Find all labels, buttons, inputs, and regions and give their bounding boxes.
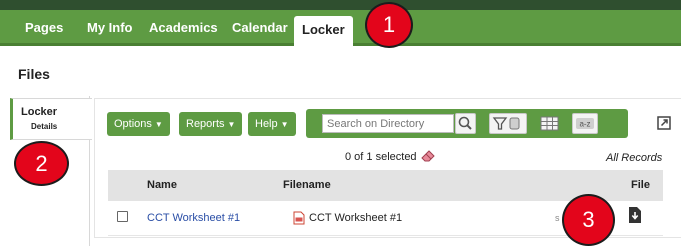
sidebar-item-subtitle: Details [31,122,58,131]
filter-button[interactable] [489,113,527,134]
column-header-file[interactable]: File [631,179,650,191]
callout-marker-2: 2 [14,141,69,186]
row-name-link[interactable]: CCT Worksheet #1 [147,212,240,224]
grid-icon [540,116,559,131]
search-button[interactable] [455,113,476,134]
options-label: Options [114,118,152,130]
tab-locker[interactable]: Locker [294,16,353,49]
top-strip [0,0,681,10]
eraser-icon[interactable] [420,148,436,162]
help-label: Help [255,118,278,130]
callout-marker-1: 1 [365,2,413,48]
caret-down-icon: ▼ [280,120,289,129]
expand-icon[interactable] [657,116,671,130]
row-filename: CCT Worksheet #1 [309,212,403,224]
reports-button[interactable]: Reports ▼ [179,112,243,136]
grid-view-button[interactable] [537,113,562,134]
sidebar-item-title: Locker [21,106,58,118]
help-button[interactable]: Help ▼ [248,112,296,136]
callout-label: 2 [35,151,48,176]
tab-pages[interactable]: Pages [25,10,63,46]
column-header-name[interactable]: Name [147,179,177,191]
sort-az-icon: a-z [576,118,594,129]
main-nav: Pages My Info Academics Calendar Locker [0,10,681,49]
row-truncated-text: s [555,213,560,223]
sidebar-item-locker[interactable]: Locker Details [10,98,92,140]
callout-marker-3: 3 [562,194,615,246]
caret-down-icon: ▼ [227,120,236,129]
caret-down-icon: ▼ [154,120,163,129]
search-input[interactable] [322,114,454,133]
search-icon [458,116,472,130]
pdf-icon [293,211,305,225]
tab-calendar[interactable]: Calendar [232,10,288,46]
all-records-link[interactable]: All Records [606,152,662,164]
row-checkbox[interactable] [117,211,128,222]
svg-text:a-z: a-z [579,120,590,129]
selection-count: 0 of 1 selected [345,151,417,163]
download-icon[interactable] [628,206,642,224]
callout-label: 1 [382,12,396,37]
sort-button[interactable]: a-z [572,113,598,134]
filter-icon [492,117,520,130]
column-header-filename[interactable]: Filename [283,179,331,191]
tab-academics[interactable]: Academics [149,10,218,46]
options-button[interactable]: Options ▼ [107,112,170,136]
callout-label: 3 [582,207,595,232]
reports-label: Reports [186,118,225,130]
page-title: Files [18,66,50,82]
tab-my-info[interactable]: My Info [87,10,133,46]
